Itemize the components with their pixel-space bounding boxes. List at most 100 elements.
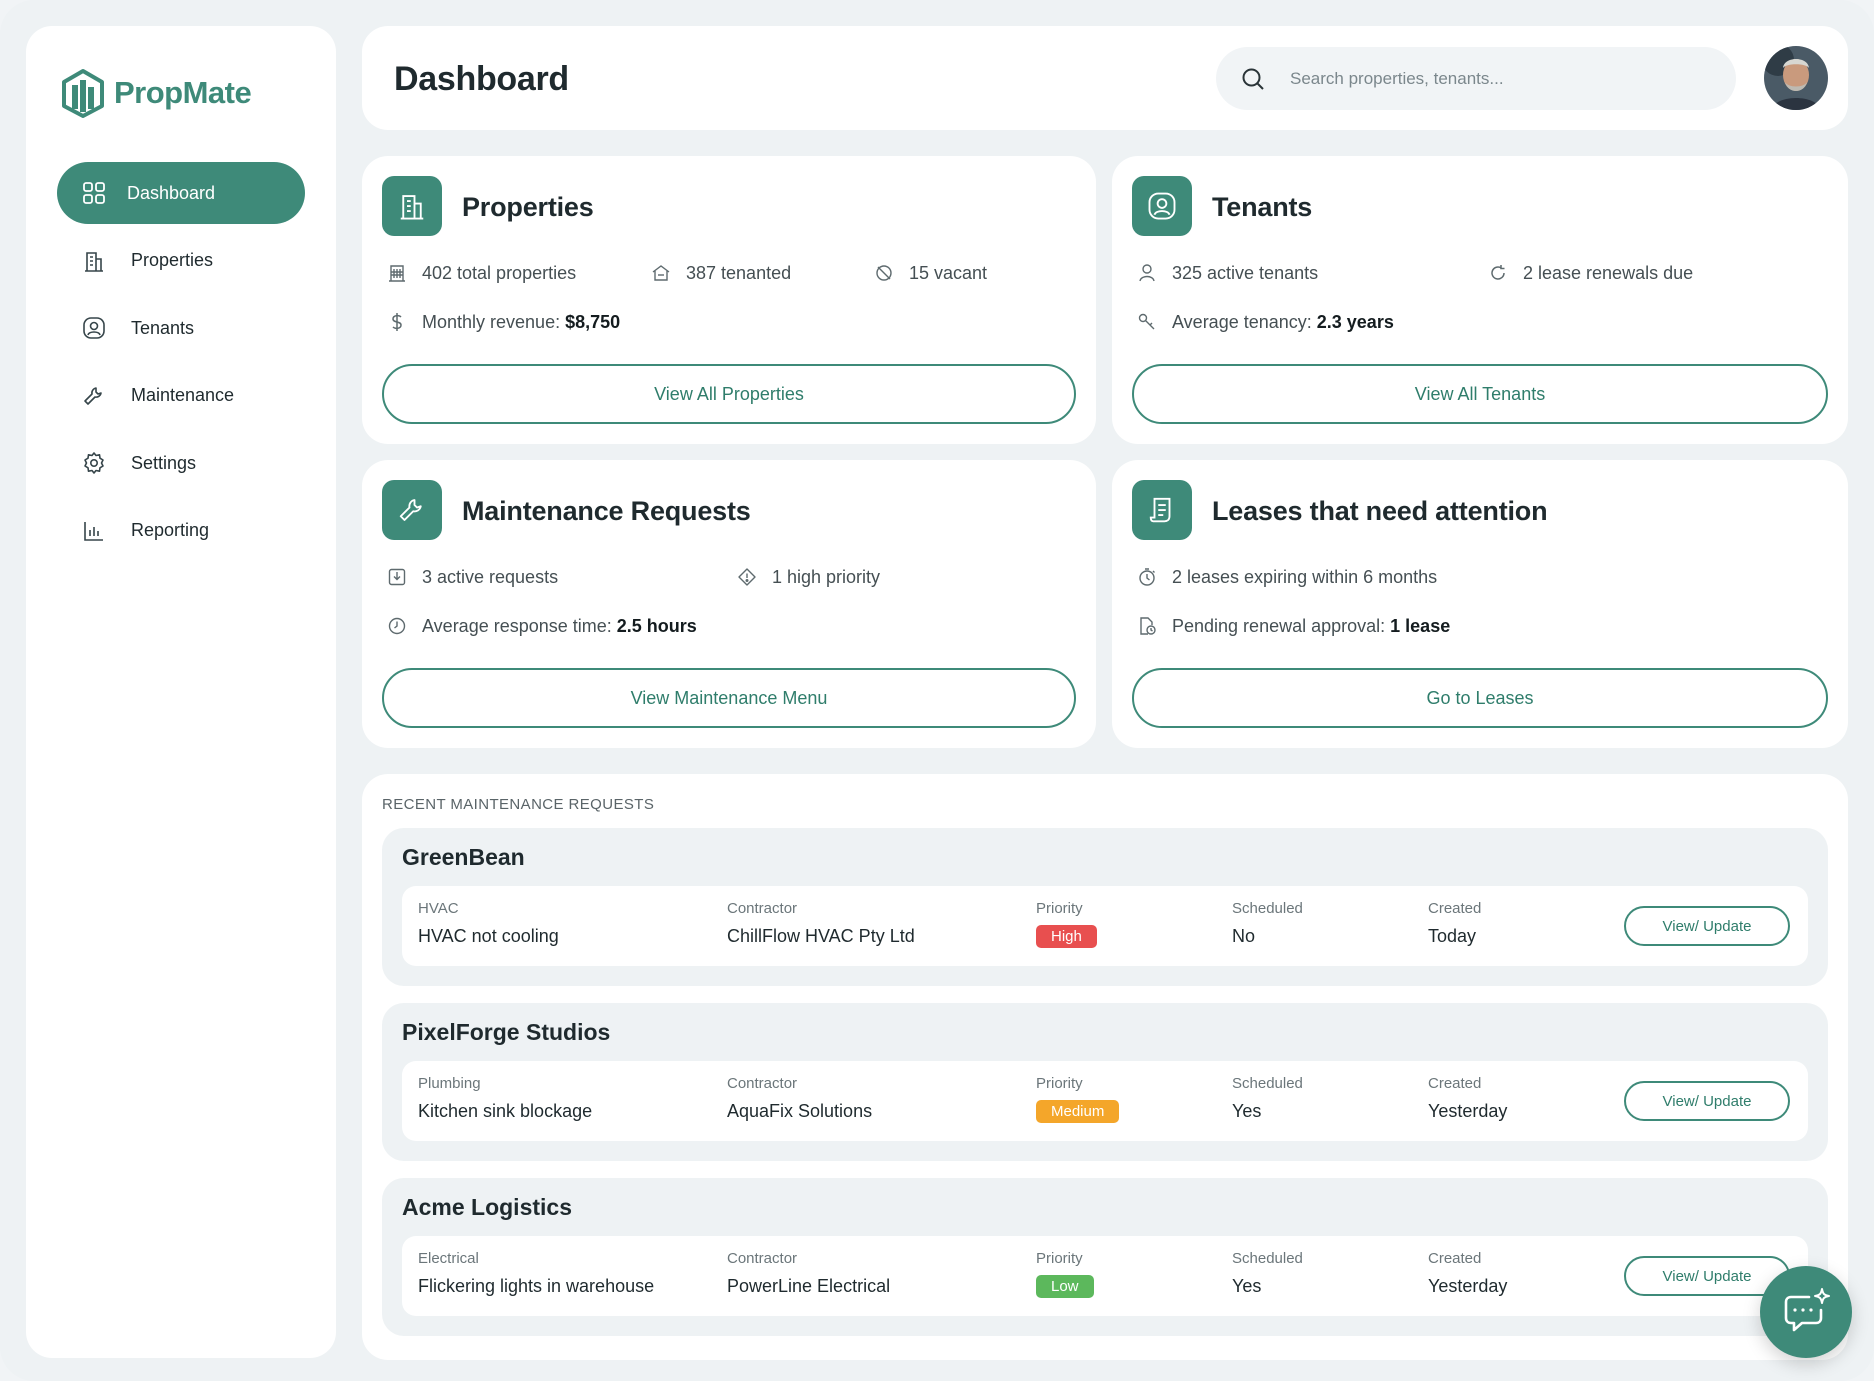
sidebar-item-label: Tenants xyxy=(131,317,195,338)
sidebar-item-dashboard[interactable]: Dashboard xyxy=(57,162,305,224)
sidebar-item-label: Properties xyxy=(131,250,214,270)
stat-active-tenants: 325 active tenants xyxy=(1136,262,1318,284)
app-frame: PropMate Dashboard Properties Tenants Ma… xyxy=(0,0,1874,1381)
sidebar-item-label: Dashboard xyxy=(127,182,216,203)
priority-cell: Priority Low xyxy=(1036,1250,1094,1298)
gear-icon xyxy=(81,450,107,476)
stat-total-properties: 402 total properties xyxy=(386,262,576,284)
chat-sparkle-icon xyxy=(1784,1288,1830,1332)
building-icon xyxy=(81,248,107,274)
section-heading: RECENT MAINTENANCE REQUESTS xyxy=(382,796,655,813)
recent-maintenance-requests: RECENT MAINTENANCE REQUESTS GreenBean HV… xyxy=(362,774,1848,1360)
tenant-name: Acme Logistics xyxy=(402,1194,572,1220)
sidebar-item-maintenance[interactable]: Maintenance xyxy=(57,365,305,427)
scheduled-cell: Scheduled No xyxy=(1232,900,1303,946)
table-row[interactable]: HVAC HVAC not cooling Contractor ChillFl… xyxy=(402,886,1808,966)
refresh-icon xyxy=(1487,262,1509,284)
avatar[interactable] xyxy=(1764,46,1828,110)
bar-chart-icon xyxy=(81,518,107,544)
sidebar-item-settings[interactable]: Settings xyxy=(57,432,305,494)
sidebar-item-reporting[interactable]: Reporting xyxy=(57,500,305,562)
created-cell: Created Today xyxy=(1428,900,1482,946)
go-to-leases-button[interactable]: Go to Leases xyxy=(1132,668,1828,728)
contractor-cell: Contractor PowerLine Electrical xyxy=(727,1250,891,1296)
dollar-icon xyxy=(386,311,408,333)
inbox-icon xyxy=(386,566,408,588)
house-icon xyxy=(650,262,672,284)
issue-cell: Plumbing Kitchen sink blockage xyxy=(418,1075,593,1121)
request-group: GreenBean HVAC HVAC not cooling Contract… xyxy=(382,828,1828,986)
leases-card-icon xyxy=(1132,480,1192,540)
priority-cell: Priority High xyxy=(1036,900,1097,948)
maintenance-card: Maintenance Requests 3 active requests 1… xyxy=(362,460,1096,748)
search-icon xyxy=(1240,65,1268,93)
priority-badge: High xyxy=(1036,925,1097,948)
sidebar-item-properties[interactable]: Properties xyxy=(57,230,305,292)
maintenance-card-icon xyxy=(382,480,442,540)
created-cell: Created Yesterday xyxy=(1428,1250,1508,1296)
stat-tenanted: 387 tenanted xyxy=(650,262,791,284)
user-circle-icon xyxy=(1148,192,1176,220)
card-title: Properties xyxy=(462,192,594,222)
created-cell: Created Yesterday xyxy=(1428,1075,1508,1121)
card-title: Tenants xyxy=(1212,192,1313,222)
search-bar[interactable] xyxy=(1216,47,1736,110)
view-update-button[interactable]: View/ Update xyxy=(1624,906,1790,946)
request-group: PixelForge Studios Plumbing Kitchen sink… xyxy=(382,1003,1828,1161)
contractor-cell: Contractor ChillFlow HVAC Pty Ltd xyxy=(727,900,915,946)
user-circle-icon xyxy=(81,315,107,341)
stat-response-time: Average response time: 2.5 hours xyxy=(386,615,697,637)
logo[interactable]: PropMate xyxy=(60,68,252,118)
clock-icon xyxy=(386,615,408,637)
view-update-button[interactable]: View/ Update xyxy=(1624,1081,1790,1121)
search-input[interactable] xyxy=(1290,68,1710,89)
vacant-icon xyxy=(873,262,895,284)
ai-chat-button[interactable] xyxy=(1760,1266,1852,1358)
timer-icon xyxy=(1136,566,1158,588)
table-row[interactable]: Electrical Flickering lights in warehous… xyxy=(402,1236,1808,1316)
stat-average-tenancy: Average tenancy: 2.3 years xyxy=(1136,311,1394,333)
alert-icon xyxy=(736,566,758,588)
stat-pending-renewal: Pending renewal approval: 1 lease xyxy=(1136,615,1450,637)
stat-active-requests: 3 active requests xyxy=(386,566,558,588)
properties-card-icon xyxy=(382,176,442,236)
user-icon xyxy=(1136,262,1158,284)
sidebar-item-label: Maintenance xyxy=(131,385,235,405)
page-title: Dashboard xyxy=(394,60,569,98)
key-icon xyxy=(1136,311,1158,333)
priority-badge: Low xyxy=(1036,1275,1094,1298)
tenants-card: Tenants 325 active tenants 2 lease renew… xyxy=(1112,156,1848,444)
document-icon xyxy=(1149,497,1171,523)
card-title: Maintenance Requests xyxy=(462,496,751,526)
header: Dashboard xyxy=(362,26,1848,130)
tenant-name: GreenBean xyxy=(402,844,525,870)
table-row[interactable]: Plumbing Kitchen sink blockage Contracto… xyxy=(402,1061,1808,1141)
card-title: Leases that need attention xyxy=(1212,496,1548,526)
view-all-tenants-button[interactable]: View All Tenants xyxy=(1132,364,1828,424)
sidebar-item-label: Settings xyxy=(131,452,197,473)
sidebar-item-tenants[interactable]: Tenants xyxy=(57,297,305,359)
priority-badge: Medium xyxy=(1036,1100,1120,1123)
stat-lease-renewals: 2 lease renewals due xyxy=(1487,262,1693,284)
grid-icon xyxy=(81,180,107,206)
priority-cell: Priority Medium xyxy=(1036,1075,1120,1123)
building-icon xyxy=(400,195,424,220)
stat-high-priority: 1 high priority xyxy=(736,566,880,588)
scheduled-cell: Scheduled Yes xyxy=(1232,1250,1303,1296)
tenants-card-icon xyxy=(1132,176,1192,236)
scheduled-cell: Scheduled Yes xyxy=(1232,1075,1303,1121)
sidebar-nav: Dashboard Properties Tenants Maintenance… xyxy=(57,162,305,567)
request-group: Acme Logistics Electrical Flickering lig… xyxy=(382,1178,1828,1336)
sidebar: PropMate Dashboard Properties Tenants Ma… xyxy=(26,26,336,1358)
stat-leases-expiring: 2 leases expiring within 6 months xyxy=(1136,566,1437,588)
contractor-cell: Contractor AquaFix Solutions xyxy=(727,1075,873,1121)
stat-monthly-revenue: Monthly revenue: $8,750 xyxy=(386,311,620,333)
view-maintenance-menu-button[interactable]: View Maintenance Menu xyxy=(382,668,1076,728)
wrench-icon xyxy=(399,499,422,521)
propmate-logo-icon xyxy=(62,69,104,118)
file-clock-icon xyxy=(1136,615,1158,637)
sidebar-item-label: Reporting xyxy=(131,520,210,540)
building-grid-icon xyxy=(386,262,408,284)
view-all-properties-button[interactable]: View All Properties xyxy=(382,364,1076,424)
issue-cell: Electrical Flickering lights in warehous… xyxy=(418,1250,655,1296)
